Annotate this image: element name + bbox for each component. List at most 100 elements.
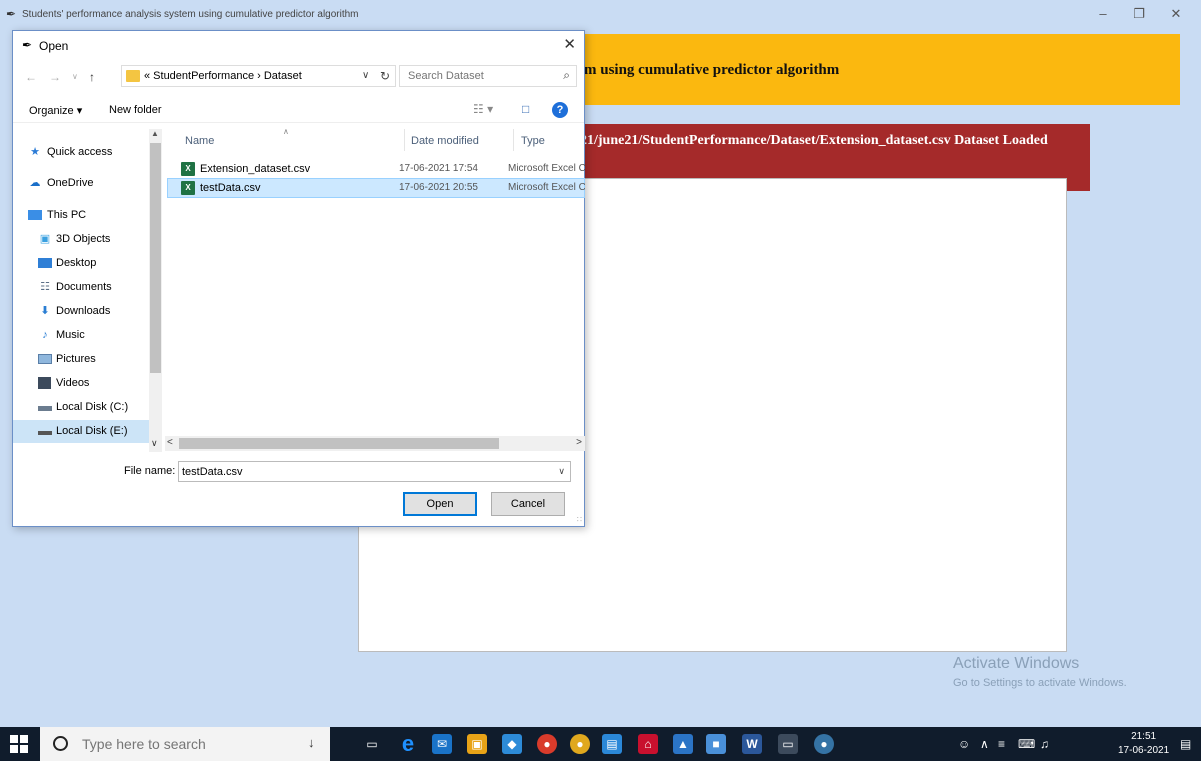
drive-icon (38, 425, 52, 437)
scroll-right-icon[interactable]: > (576, 437, 582, 448)
scroll-down-icon[interactable]: ∨ (151, 438, 158, 449)
acrobat-icon[interactable]: ⌂ (638, 734, 658, 754)
column-divider[interactable] (404, 129, 405, 151)
app-icon[interactable]: ● (537, 734, 557, 754)
recent-chevron-icon[interactable]: ∨ (72, 72, 78, 81)
nav-item-local-disk-e[interactable]: Local Disk (E:) (13, 420, 149, 443)
edge-icon[interactable]: e (398, 733, 418, 755)
taskbar: ↓ ▭ e ✉ ▣ ◆ ● ● ▤ ⌂ ▲ ■ W ▭ ● ☺ ∧ ≡ ⌨ ♫ … (0, 727, 1201, 761)
open-button[interactable]: Open (403, 492, 477, 516)
hscroll-thumb[interactable] (179, 438, 499, 449)
file-explorer-icon[interactable]: ▤ (602, 734, 622, 754)
mail-icon[interactable]: ✉ (432, 734, 452, 754)
address-bar[interactable]: « StudentPerformance › Dataset ∨ ↻ (121, 65, 396, 87)
minimize-icon[interactable]: – (1088, 6, 1118, 21)
taskbar-search[interactable]: ↓ (40, 727, 330, 761)
taskbar-search-input[interactable] (82, 734, 282, 754)
column-divider[interactable] (513, 129, 514, 151)
nav-item-desktop[interactable]: Desktop (13, 252, 149, 275)
file-row[interactable]: X Extension_dataset.csv 17-06-2021 17:54… (167, 159, 585, 179)
nav-item-local-disk-c[interactable]: Local Disk (C:) (13, 396, 149, 419)
nav-item-documents[interactable]: ☷ Documents (13, 276, 149, 299)
app-icon[interactable]: ◆ (502, 734, 522, 754)
terminal-icon[interactable]: ▭ (778, 734, 798, 754)
chevron-up-icon[interactable]: ∧ (980, 737, 989, 751)
close-icon[interactable]: ✕ (1161, 6, 1191, 22)
cortana-icon (53, 736, 68, 751)
scroll-thumb[interactable] (150, 143, 161, 373)
header-title: m using cumulative predictor algorithm (584, 62, 840, 78)
microphone-icon[interactable]: ↓ (308, 735, 315, 750)
dialog-titlebar: ✒ Open ✕ (13, 31, 584, 59)
close-icon[interactable]: ✕ (563, 35, 576, 53)
refresh-icon[interactable]: ↻ (380, 69, 390, 83)
system-clock[interactable]: 21:51 17-06-2021 (1118, 730, 1169, 758)
nav-item-onedrive[interactable]: ☁ OneDrive (13, 172, 149, 195)
python-icon[interactable]: ● (814, 734, 834, 754)
people-icon[interactable]: ☺ (958, 737, 970, 751)
column-header-date[interactable]: Date modified (411, 135, 479, 147)
wifi-icon[interactable]: ≡ (998, 737, 1005, 751)
scroll-left-icon[interactable]: < (167, 437, 173, 448)
chevron-down-icon[interactable]: ∨ (362, 70, 369, 81)
nav-item-label: Local Disk (C:) (56, 401, 129, 413)
help-icon[interactable]: ? (552, 102, 568, 118)
address-row: ← → ∨ ↑ « StudentPerformance › Dataset ∨… (13, 61, 584, 91)
forward-arrow-icon[interactable]: → (49, 70, 61, 84)
organize-button[interactable]: Organize ▾ (29, 104, 82, 117)
scroll-up-icon[interactable]: ▲ (151, 129, 159, 138)
nav-item-videos[interactable]: Videos (13, 372, 149, 395)
restore-icon[interactable]: ❐ (1124, 6, 1154, 22)
address-path[interactable]: « StudentPerformance › Dataset (144, 70, 302, 82)
search-icon[interactable]: ⌕ (563, 68, 570, 83)
nav-item-this-pc[interactable]: This PC (13, 204, 149, 227)
document-icon: ☷ (40, 281, 50, 293)
activate-windows-watermark: Activate Windows Go to Settings to activ… (953, 655, 1127, 689)
cancel-button[interactable]: Cancel (491, 492, 565, 516)
file-name-input[interactable] (179, 462, 549, 481)
chrome-icon[interactable]: ● (570, 734, 590, 754)
music-icon: ♪ (42, 329, 48, 341)
up-arrow-icon[interactable]: ↑ (89, 70, 95, 84)
file-name-field[interactable]: ∨ (178, 461, 571, 482)
search-input[interactable] (400, 66, 550, 86)
nav-item-quick-access[interactable]: ★ Quick access (13, 141, 149, 164)
app-title: Students' performance analysis system us… (22, 9, 359, 20)
nav-item-pictures[interactable]: Pictures (13, 348, 149, 371)
watermark-line1: Activate Windows (953, 655, 1080, 672)
nav-scrollbar[interactable]: ▲ (149, 129, 162, 452)
keyboard-icon[interactable]: ⌨ (1018, 737, 1035, 751)
preview-pane-icon[interactable]: □ (522, 102, 529, 116)
excel-icon: X (181, 181, 195, 195)
file-row-selected[interactable]: X testData.csv 17-06-2021 20:55 Microsof… (167, 178, 585, 198)
nav-item-label: Documents (56, 281, 112, 293)
file-name-row: File name: ∨ (13, 459, 584, 485)
file-list-hscrollbar[interactable]: < > (165, 436, 585, 451)
new-folder-button[interactable]: New folder (109, 104, 162, 116)
view-options-icon[interactable]: ☷ ▾ (473, 102, 493, 116)
column-header-type[interactable]: Type (521, 135, 545, 147)
feather-icon: ✒ (22, 38, 33, 52)
nav-item-label: 3D Objects (56, 233, 111, 245)
nav-item-downloads[interactable]: ⬇ Downloads (13, 300, 149, 323)
column-header-name[interactable]: Name (185, 135, 214, 147)
nav-item-music[interactable]: ♪ Music (13, 324, 149, 347)
app-icon[interactable]: ■ (706, 734, 726, 754)
back-arrow-icon[interactable]: ← (25, 70, 37, 84)
file-date: 17-06-2021 17:54 (399, 163, 478, 174)
file-date: 17-06-2021 20:55 (399, 182, 478, 193)
nav-item-3d-objects[interactable]: ▣ 3D Objects (13, 228, 149, 251)
volume-icon[interactable]: ♫ (1040, 737, 1049, 751)
task-view-icon[interactable]: ▭ (362, 734, 382, 754)
windows-start-icon[interactable] (10, 735, 28, 753)
nav-item-label: Pictures (56, 353, 96, 365)
resize-grip-icon[interactable]: ∷ (577, 515, 582, 524)
nav-item-label: Desktop (56, 257, 97, 269)
chevron-down-icon[interactable]: ∨ (558, 466, 565, 477)
store-icon[interactable]: ▣ (467, 734, 487, 754)
nav-item-label: Local Disk (E:) (56, 425, 128, 437)
search-box[interactable]: ⌕ (399, 65, 577, 87)
notification-icon[interactable]: ▤ (1180, 737, 1191, 751)
word-icon[interactable]: W (742, 734, 762, 754)
app-icon[interactable]: ▲ (673, 734, 693, 754)
